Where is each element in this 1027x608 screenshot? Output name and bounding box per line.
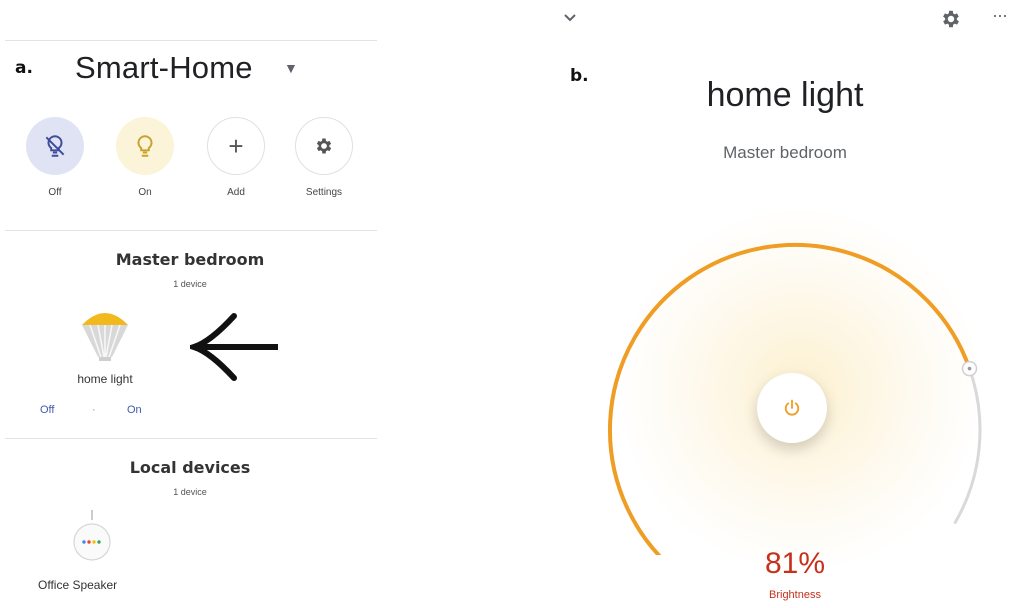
toggle-separator: · — [92, 404, 96, 416]
arrow-annotation-icon — [190, 313, 278, 381]
collapse-chevron-icon[interactable] — [562, 10, 578, 26]
plus-icon: + — [207, 117, 265, 175]
home-dropdown-icon[interactable]: ▼ — [284, 60, 298, 76]
device-off-toggle[interactable]: Off — [40, 404, 54, 416]
quick-action-settings[interactable]: Settings — [292, 117, 356, 198]
top-divider — [5, 40, 377, 41]
device-name: home light — [77, 372, 133, 386]
gear-icon[interactable] — [940, 8, 962, 30]
section-divider — [5, 438, 377, 439]
room-title[interactable]: Master bedroom — [90, 250, 290, 269]
local-device-count: 1 device — [173, 487, 207, 497]
quick-action-label: Off — [48, 187, 62, 198]
quick-action-label: Settings — [305, 187, 343, 198]
brightness-track — [953, 367, 982, 524]
lightbulb-icon — [116, 117, 174, 175]
quick-action-label: Add — [227, 187, 245, 198]
device-tile-home-light[interactable]: home light — [60, 305, 150, 390]
quick-action-label: On — [138, 187, 152, 198]
quick-action-add[interactable]: + Add — [204, 117, 268, 198]
gear-icon — [295, 117, 353, 175]
brightness-value: 81% — [764, 547, 826, 580]
section-divider — [5, 230, 377, 231]
power-icon — [784, 399, 800, 416]
light-bulb-icon — [82, 313, 128, 361]
brightness-label: Brightness — [769, 589, 821, 601]
quick-action-off[interactable]: Off — [23, 117, 87, 198]
device-title: home light — [706, 76, 864, 114]
device-room: Master bedroom — [723, 143, 847, 162]
device-tile-office-speaker[interactable]: Office Speaker — [30, 510, 150, 600]
panel-label-b: b. — [570, 66, 589, 86]
power-button[interactable] — [757, 373, 827, 443]
device-on-toggle[interactable]: On — [127, 404, 142, 416]
more-options-icon[interactable]: ··· — [992, 6, 1014, 28]
quick-action-on[interactable]: On — [113, 117, 177, 198]
light-off-icon — [26, 117, 84, 175]
brightness-knob-dot — [967, 366, 972, 371]
home-title[interactable]: Smart-Home — [75, 50, 253, 86]
local-devices-title: Local devices — [129, 458, 251, 477]
speaker-icon — [73, 510, 111, 561]
home-screen: Smart-Home ▼ Off On + Add Settings Maste… — [0, 0, 380, 608]
device-name: Office Speaker — [38, 578, 118, 592]
room-device-count: 1 device — [173, 279, 207, 289]
